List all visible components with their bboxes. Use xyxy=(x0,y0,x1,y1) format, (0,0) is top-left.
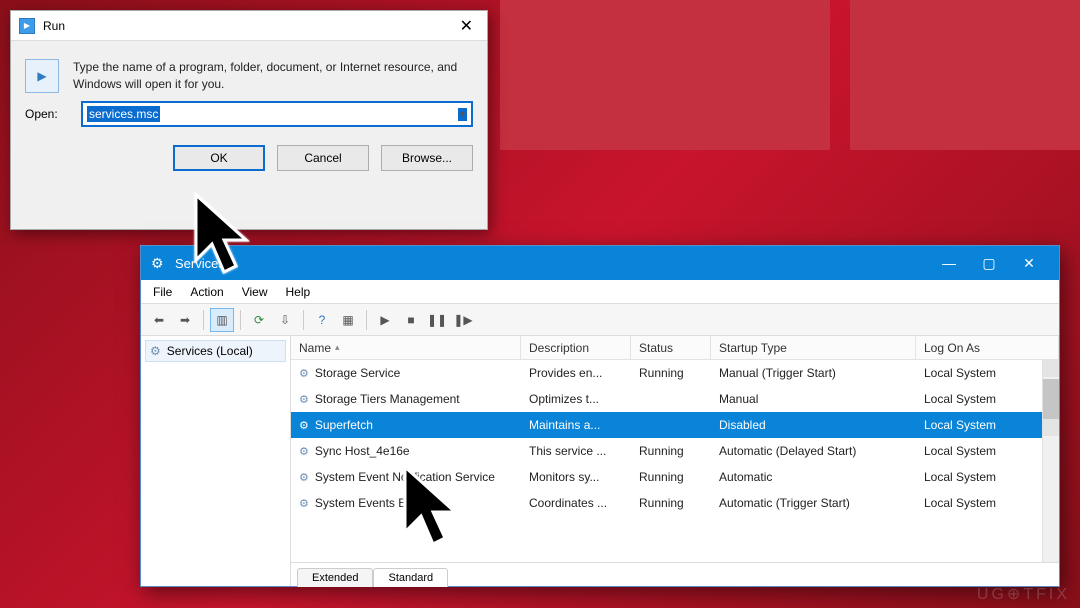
stop-service-icon[interactable]: ■ xyxy=(399,308,423,332)
cell-logon: Local System xyxy=(916,366,1059,380)
cell-description: Provides en... xyxy=(521,366,631,380)
menu-view[interactable]: View xyxy=(242,285,268,299)
properties-icon[interactable]: ▦ xyxy=(336,308,360,332)
open-combobox[interactable]: services.msc ▾ xyxy=(81,101,473,127)
gear-icon xyxy=(151,255,167,271)
services-toolbar: ⬅ ➡ ▥ ⟳ ⇩ ? ▦ ▶ ■ ❚❚ ❚▶ xyxy=(141,304,1059,336)
cell-logon: Local System xyxy=(916,392,1059,406)
cell-name: Sync Host_4e16e xyxy=(291,444,521,458)
separator xyxy=(366,310,367,330)
open-label: Open: xyxy=(25,107,69,121)
cell-status: Running xyxy=(631,444,711,458)
background-tile xyxy=(850,0,1080,150)
separator xyxy=(303,310,304,330)
watermark: UG⊕TFIX xyxy=(977,584,1070,604)
chevron-down-icon[interactable]: ▾ xyxy=(458,108,467,121)
start-service-icon[interactable]: ▶ xyxy=(373,308,397,332)
service-row[interactable]: Storage Tiers ManagementOptimizes t... Ma… xyxy=(291,386,1059,412)
services-column-headers: Name▴ Description Status Startup Type Lo… xyxy=(291,336,1059,360)
cell-startup: Automatic (Trigger Start) xyxy=(711,496,916,510)
cell-name: Superfetch xyxy=(291,418,521,432)
tree-node-services-local[interactable]: Services (Local) xyxy=(145,340,286,362)
show-hide-tree-icon[interactable]: ▥ xyxy=(210,308,234,332)
cell-description: This service ... xyxy=(521,444,631,458)
open-value: services.msc xyxy=(87,106,160,122)
browse-button[interactable]: Browse... xyxy=(381,145,473,171)
close-button[interactable]: ✕ xyxy=(1009,255,1049,272)
cell-logon: Local System xyxy=(916,444,1059,458)
maximize-button[interactable]: ▢ xyxy=(969,255,1009,272)
service-row[interactable]: Storage ServiceProvides en...RunningManu… xyxy=(291,360,1059,386)
run-dialog: Run ✕ Type the name of a program, folder… xyxy=(10,10,488,230)
services-title: Services xyxy=(175,256,929,271)
services-window: Services — ▢ ✕ File Action View Help ⬅ ➡… xyxy=(140,245,1060,587)
cell-startup: Automatic xyxy=(711,470,916,484)
cell-startup: Disabled xyxy=(711,418,916,432)
tab-standard[interactable]: Standard xyxy=(373,568,448,587)
background-tile xyxy=(500,0,830,150)
restart-service-icon[interactable]: ❚▶ xyxy=(451,308,475,332)
cell-name: Storage Service xyxy=(291,366,521,380)
col-header-startup[interactable]: Startup Type xyxy=(711,336,916,359)
cell-description: Optimizes t... xyxy=(521,392,631,406)
run-big-icon xyxy=(25,59,59,93)
run-titlebar[interactable]: Run ✕ xyxy=(11,11,487,41)
cell-description: Monitors sy... xyxy=(521,470,631,484)
run-title-text: Run xyxy=(43,19,454,33)
col-header-name[interactable]: Name▴ xyxy=(291,336,521,359)
scroll-thumb[interactable] xyxy=(1043,379,1059,419)
cell-startup: Automatic (Delayed Start) xyxy=(711,444,916,458)
vertical-scrollbar[interactable] xyxy=(1042,360,1059,562)
services-titlebar[interactable]: Services — ▢ ✕ xyxy=(141,246,1059,280)
service-row[interactable]: SuperfetchMaintains a... DisabledLocal Sy… xyxy=(291,412,1059,438)
pause-service-icon[interactable]: ❚❚ xyxy=(425,308,449,332)
menu-action[interactable]: Action xyxy=(190,285,223,299)
cancel-button[interactable]: Cancel xyxy=(277,145,369,171)
cell-description: Coordinates ... xyxy=(521,496,631,510)
run-icon xyxy=(19,18,35,34)
menu-help[interactable]: Help xyxy=(286,285,311,299)
help-icon[interactable]: ? xyxy=(310,308,334,332)
ok-button[interactable]: OK xyxy=(173,145,265,171)
cell-status: Running xyxy=(631,366,711,380)
tree-node-label: Services (Local) xyxy=(167,344,253,358)
export-icon[interactable]: ⇩ xyxy=(273,308,297,332)
cell-name: System Events Broker xyxy=(291,496,521,510)
run-instruction: Type the name of a program, folder, docu… xyxy=(73,59,473,93)
nav-forward-icon[interactable]: ➡ xyxy=(173,308,197,332)
minimize-button[interactable]: — xyxy=(929,255,969,271)
menu-file[interactable]: File xyxy=(153,285,172,299)
col-header-logon[interactable]: Log On As xyxy=(916,336,1059,359)
col-header-status[interactable]: Status xyxy=(631,336,711,359)
cell-logon: Local System xyxy=(916,470,1059,484)
refresh-icon[interactable]: ⟳ xyxy=(247,308,271,332)
col-header-description[interactable]: Description xyxy=(521,336,631,359)
separator xyxy=(203,310,204,330)
services-tabs: Extended Standard xyxy=(291,562,1059,586)
cell-logon: Local System xyxy=(916,418,1059,432)
service-row[interactable]: System Events BrokerCoordinates ...Runni… xyxy=(291,490,1059,516)
cell-startup: Manual (Trigger Start) xyxy=(711,366,916,380)
cell-startup: Manual xyxy=(711,392,916,406)
tab-extended[interactable]: Extended xyxy=(297,568,373,587)
cell-status: Running xyxy=(631,496,711,510)
services-tree: Services (Local) xyxy=(141,336,291,586)
services-menubar: File Action View Help xyxy=(141,280,1059,304)
service-row[interactable]: Sync Host_4e16eThis service ...RunningAu… xyxy=(291,438,1059,464)
cell-status: Running xyxy=(631,470,711,484)
cell-name: Storage Tiers Management xyxy=(291,392,521,406)
service-row[interactable]: System Event Notification ServiceMonitor… xyxy=(291,464,1059,490)
services-list-pane: Name▴ Description Status Startup Type Lo… xyxy=(291,336,1059,586)
nav-back-icon[interactable]: ⬅ xyxy=(147,308,171,332)
close-icon[interactable]: ✕ xyxy=(454,16,479,36)
separator xyxy=(240,310,241,330)
cell-name: System Event Notification Service xyxy=(291,470,521,484)
cell-description: Maintains a... xyxy=(521,418,631,432)
cell-logon: Local System xyxy=(916,496,1059,510)
services-rows: Storage ServiceProvides en...RunningManu… xyxy=(291,360,1059,516)
sort-asc-icon: ▴ xyxy=(335,342,340,353)
